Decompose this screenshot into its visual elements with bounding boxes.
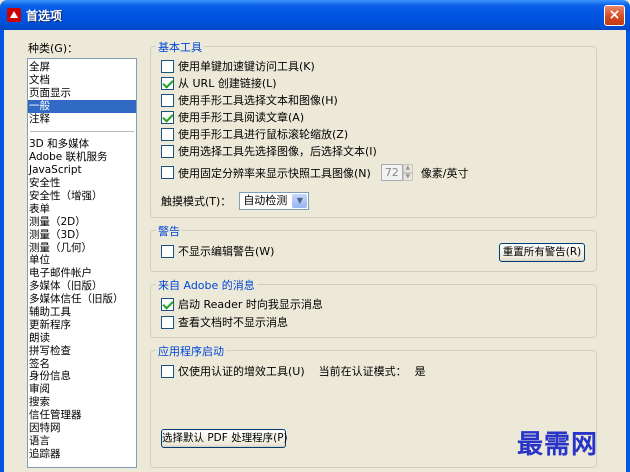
watermark: 最需网 (517, 430, 599, 460)
app-icon (7, 8, 21, 22)
select-default-pdf-button[interactable]: 选择默认 PDF 处理程序(P) (161, 429, 288, 448)
category-item[interactable]: 追踪器 (28, 448, 136, 461)
show-messages-checkbox[interactable] (161, 297, 174, 311)
adobe-messages-title: 来自 Adobe 的消息 (156, 277, 257, 293)
hand-read-articles-checkbox[interactable] (161, 110, 174, 124)
option-hand-read-articles[interactable]: 使用手形工具阅读文章(A) (161, 109, 304, 125)
app-startup-title: 应用程序启动 (156, 343, 226, 359)
chevron-down-icon[interactable]: ▼ (292, 194, 308, 208)
option-single-key-accel[interactable]: 使用单键加速键访问工具(K) (161, 58, 315, 74)
option-label: 使用固定分辨率来显示快照工具图像(N) (178, 166, 371, 180)
touch-mode-select[interactable]: 自动检测 ▼ (239, 192, 310, 210)
option-create-links-from-url[interactable]: 从 URL 创建链接(L) (161, 75, 277, 91)
stepper-down-icon[interactable]: ▼ (402, 172, 413, 181)
window-frame-right (626, 30, 630, 472)
option-select-images-first[interactable]: 使用选择工具先选择图像，后选择文本(I) (161, 143, 377, 159)
category-item[interactable]: 单位 (28, 254, 136, 267)
category-separator (30, 125, 134, 133)
category-item[interactable]: Adobe 联机服务 (28, 151, 136, 164)
category-item[interactable]: 安全性（增强） (28, 190, 136, 203)
adobe-messages-group: 来自 Adobe 的消息 启动 Reader 时向我显示消息 查看文档时不显示消… (150, 277, 597, 338)
touch-mode-label: 触摸模式(T)： (161, 195, 232, 208)
option-label: 使用手形工具选择文本和图像(H) (178, 94, 338, 107)
category-item[interactable]: 测量（2D） (28, 216, 136, 229)
option-label: 查看文档时不显示消息 (178, 316, 288, 329)
option-hand-select-text[interactable]: 使用手形工具选择文本和图像(H) (161, 92, 338, 108)
category-item[interactable]: 表单 (28, 203, 136, 216)
category-item[interactable]: 身份信息 (28, 370, 136, 383)
category-item[interactable]: 审阅 (28, 383, 136, 396)
hide-messages-checkbox[interactable] (161, 315, 174, 329)
option-label: 不显示编辑警告(W) (178, 245, 275, 258)
close-button[interactable]: × (604, 5, 625, 26)
title-bar: 首选项 × (0, 0, 630, 30)
certified-plugins-checkbox[interactable] (161, 364, 174, 378)
select-images-first-checkbox[interactable] (161, 144, 174, 158)
window-frame-left (0, 30, 4, 472)
option-label: 启动 Reader 时向我显示消息 (178, 298, 323, 311)
option-label: 使用手形工具进行鼠标滚轮缩放(Z) (178, 128, 349, 141)
option-label: 使用选择工具先选择图像，后选择文本(I) (178, 145, 377, 158)
window-title: 首选项 (26, 9, 63, 23)
category-item[interactable]: 多媒体信任（旧版） (28, 293, 136, 306)
cert-mode-value: 是 (414, 365, 426, 378)
warnings-group: 警告 不显示编辑警告(W) 重置所有警告(R) (150, 223, 597, 272)
fixed-resolution-checkbox[interactable] (161, 166, 174, 179)
resolution-stepper[interactable]: ▲ ▼ (402, 164, 413, 181)
category-item[interactable]: 签名 (28, 358, 136, 371)
option-hide-messages-viewing[interactable]: 查看文档时不显示消息 (161, 314, 288, 330)
hand-select-text-checkbox[interactable] (161, 93, 174, 107)
category-item[interactable]: 拼写检查 (28, 345, 136, 358)
category-item-selected[interactable]: 一般 (28, 99, 136, 113)
resolution-input[interactable]: 72 (380, 164, 403, 181)
no-edit-warnings-checkbox[interactable] (161, 244, 174, 258)
category-item[interactable]: 3D 和多媒体 (28, 138, 136, 151)
option-label: 从 URL 创建链接(L) (178, 77, 277, 90)
basic-tools-group: 基本工具 使用单键加速键访问工具(K) 从 URL 创建链接(L) 使用手形工具… (150, 39, 597, 218)
create-links-checkbox[interactable] (161, 76, 174, 90)
option-hand-wheel-zoom[interactable]: 使用手形工具进行鼠标滚轮缩放(Z) (161, 126, 348, 142)
category-item[interactable]: 文档 (28, 74, 136, 87)
cert-mode-label: 当前在认证模式： (318, 365, 407, 378)
stepper-up-icon[interactable]: ▲ (402, 164, 413, 173)
hand-wheel-zoom-checkbox[interactable] (161, 127, 174, 141)
category-item[interactable]: 更新程序 (28, 319, 136, 332)
category-item[interactable]: 全屏 (28, 61, 136, 74)
category-item[interactable]: 测量（几何） (28, 242, 136, 255)
option-label: 使用单键加速键访问工具(K) (178, 60, 315, 73)
option-no-edit-warnings[interactable]: 不显示编辑警告(W) (161, 243, 274, 259)
category-item[interactable]: 因特网 (28, 422, 136, 435)
category-item[interactable]: 测量（3D） (28, 229, 136, 242)
categories-list[interactable]: 全屏 文档 页面显示 一般 注释 3D 和多媒体 Adobe 联机服务 Java… (27, 58, 137, 468)
option-label: 仅使用认证的增效工具(U) (178, 365, 305, 378)
option-show-messages-on-launch[interactable]: 启动 Reader 时向我显示消息 (161, 296, 323, 312)
category-item[interactable]: 电子邮件帐户 (28, 267, 136, 280)
category-item[interactable]: 注释 (28, 113, 136, 126)
single-key-accel-checkbox[interactable] (161, 59, 174, 73)
category-item[interactable]: 朗读 (28, 332, 136, 345)
reset-warnings-button[interactable]: 重置所有警告(R) (499, 243, 585, 262)
category-item[interactable]: 语言 (28, 435, 136, 448)
touch-mode-row: 触摸模式(T)： 自动检测 ▼ (161, 192, 310, 210)
category-item[interactable]: 页面显示 (28, 87, 136, 100)
option-label: 使用手形工具阅读文章(A) (178, 111, 305, 124)
categories-label: 种类(G)： (28, 42, 79, 55)
basic-tools-title: 基本工具 (156, 39, 204, 55)
category-item[interactable]: 信任管理器 (28, 409, 136, 422)
option-fixed-resolution[interactable]: 使用固定分辨率来显示快照工具图像(N) 72 ▲ ▼ 像素/英寸 (161, 164, 469, 181)
category-item[interactable]: JavaScript (28, 164, 136, 177)
category-item[interactable]: 安全性 (28, 177, 136, 190)
category-item[interactable]: 搜索 (28, 396, 136, 409)
category-item[interactable]: 辅助工具 (28, 306, 136, 319)
touch-mode-value: 自动检测 (243, 194, 288, 207)
warnings-title: 警告 (156, 223, 182, 239)
category-item[interactable]: 多媒体（旧版） (28, 280, 136, 293)
resolution-unit: 像素/英寸 (420, 166, 469, 180)
option-certified-plugins[interactable]: 仅使用认证的增效工具(U) 当前在认证模式： 是 (161, 363, 426, 379)
